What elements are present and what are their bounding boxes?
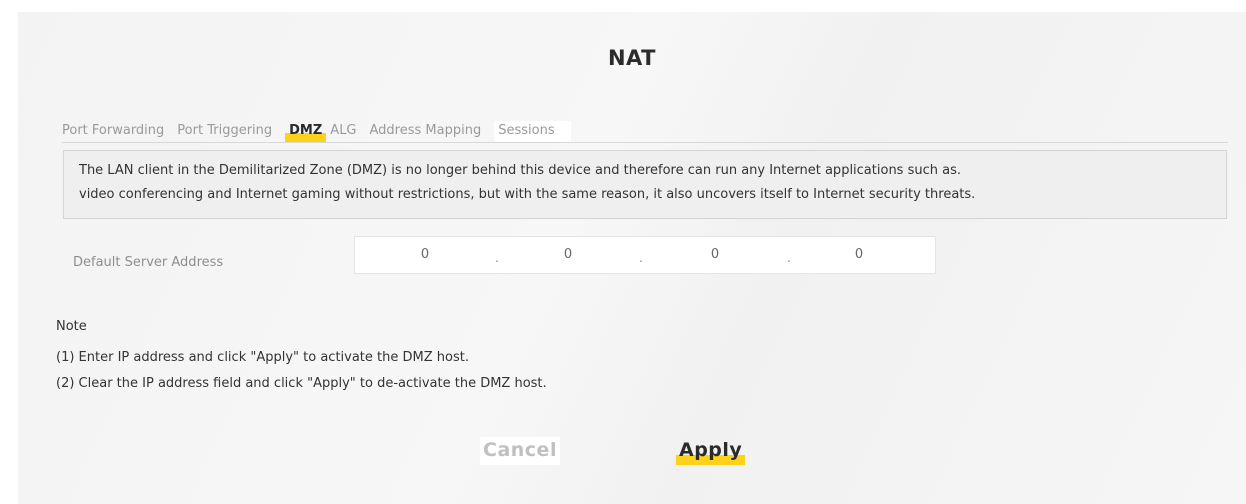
page-title: NAT — [607, 46, 657, 70]
apply-button[interactable]: Apply — [676, 437, 746, 465]
ip-octet-2[interactable] — [548, 247, 588, 262]
dmz-info-box: The LAN client in the Demilitarized Zone… — [63, 150, 1227, 219]
note-line-1: (1) Enter IP address and click "Apply" t… — [56, 350, 469, 365]
tab-dmz[interactable]: DMZ — [285, 121, 327, 142]
tab-address-mapping[interactable]: Address Mapping — [370, 121, 488, 142]
nat-panel: NAT Port Forwarding Port Triggering DMZ … — [18, 12, 1246, 504]
ip-separator-dot: . — [787, 251, 791, 265]
note-line-2: (2) Clear the IP address field and click… — [56, 376, 547, 391]
default-server-address-label: Default Server Address — [73, 255, 224, 270]
ip-octet-1[interactable] — [405, 247, 445, 262]
cancel-button[interactable]: Cancel — [480, 437, 560, 465]
tab-port-forwarding[interactable]: Port Forwarding — [62, 121, 170, 142]
ip-separator-dot: . — [495, 251, 499, 265]
info-text-line-2: video conferencing and Internet gaming w… — [79, 187, 976, 202]
tab-port-triggering[interactable]: Port Triggering — [177, 121, 278, 142]
default-server-address-field: . . . — [354, 236, 936, 274]
note-title: Note — [56, 319, 87, 334]
info-text-line-1: The LAN client in the Demilitarized Zone… — [79, 163, 961, 178]
ip-separator-dot: . — [639, 251, 643, 265]
tab-bar: Port Forwarding Port Triggering DMZ ALG … — [62, 118, 1228, 143]
ip-octet-3[interactable] — [695, 247, 735, 262]
ip-octet-4[interactable] — [839, 247, 879, 262]
tab-alg[interactable]: ALG — [330, 121, 362, 142]
tab-sessions[interactable]: Sessions — [494, 121, 571, 142]
